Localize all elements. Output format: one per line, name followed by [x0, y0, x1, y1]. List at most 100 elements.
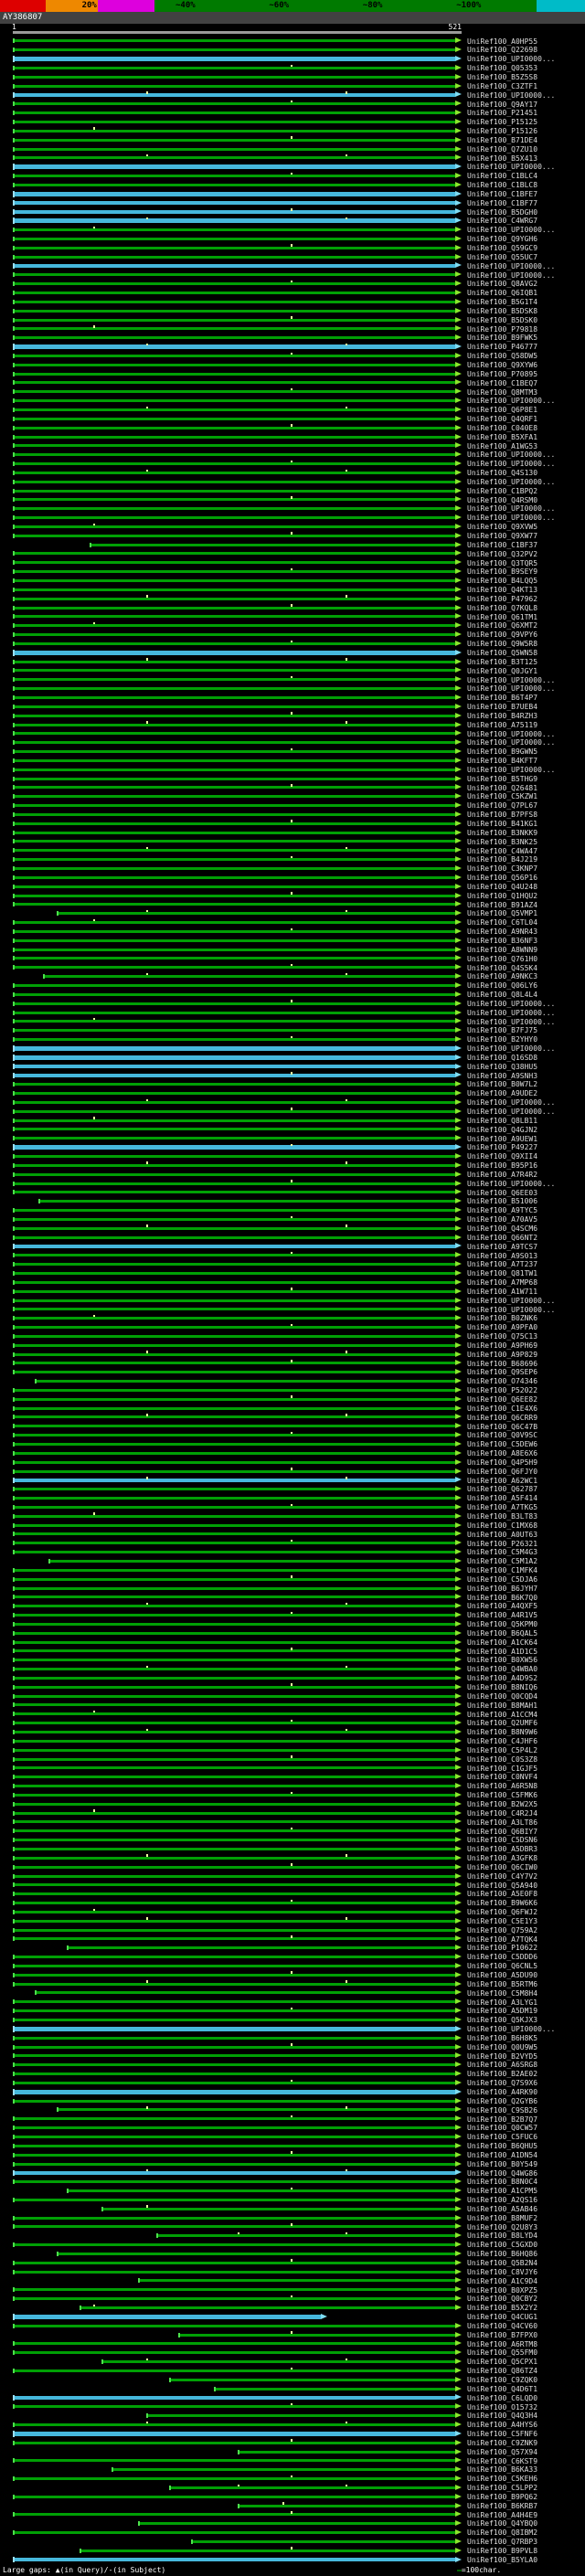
- hit-row[interactable]: UniRef100_UPI0000...: [0, 90, 585, 100]
- hit-row[interactable]: UniRef100_Q7ZU10: [0, 144, 585, 154]
- hit-row[interactable]: UniRef100_B5RTM6: [0, 1979, 585, 1988]
- hit-row[interactable]: UniRef100_A5DBR3: [0, 1845, 585, 1854]
- hit-row[interactable]: UniRef100_A5F414: [0, 1494, 585, 1503]
- hit-row[interactable]: UniRef100_B6K7Q0: [0, 1593, 585, 1602]
- hit-row[interactable]: UniRef100_B5XFA1: [0, 432, 585, 441]
- hit-row[interactable]: UniRef100_Q55UC7: [0, 252, 585, 261]
- hit-row[interactable]: UniRef100_B91AZ4: [0, 900, 585, 909]
- hit-row[interactable]: UniRef100_B8N9W6: [0, 1728, 585, 1737]
- hit-row[interactable]: UniRef100_B3T125: [0, 657, 585, 666]
- hit-row[interactable]: UniRef100_Q9YGH6: [0, 235, 585, 244]
- hit-row[interactable]: UniRef100_B7FPX0: [0, 2330, 585, 2339]
- hit-row[interactable]: UniRef100_Q9XVW5: [0, 523, 585, 532]
- hit-row[interactable]: UniRef100_Q9AY17: [0, 100, 585, 109]
- hit-row[interactable]: UniRef100_UPI0000...: [0, 1305, 585, 1314]
- hit-row[interactable]: UniRef100_B95P16: [0, 1161, 585, 1170]
- hit-row[interactable]: UniRef100_Q5KPM0: [0, 1620, 585, 1629]
- hit-row[interactable]: UniRef100_A3LT86: [0, 1818, 585, 1827]
- hit-row[interactable]: UniRef100_Q4P5H9: [0, 1458, 585, 1467]
- hit-row[interactable]: UniRef100_C9ZNK9: [0, 2438, 585, 2447]
- hit-row[interactable]: UniRef100_Q55FM0: [0, 2348, 585, 2358]
- hit-row[interactable]: UniRef100_A8WNN9: [0, 945, 585, 954]
- hit-row[interactable]: UniRef100_C5GXD0: [0, 2241, 585, 2250]
- hit-row[interactable]: UniRef100_Q4QRF1: [0, 414, 585, 423]
- hit-row[interactable]: UniRef100_Q38HU5: [0, 1062, 585, 1071]
- hit-row[interactable]: UniRef100_Q9VPY6: [0, 631, 585, 640]
- hit-row[interactable]: UniRef100_Q86TZ4: [0, 2367, 585, 2376]
- hit-row[interactable]: UniRef100_A70AV5: [0, 1215, 585, 1224]
- hit-row[interactable]: UniRef100_B2AE02: [0, 2070, 585, 2079]
- hit-row[interactable]: UniRef100_B5DSK0: [0, 315, 585, 324]
- hit-row[interactable]: UniRef100_B7UEB4: [0, 702, 585, 711]
- hit-row[interactable]: UniRef100_UPI0000...: [0, 729, 585, 738]
- hit-row[interactable]: UniRef100_A4RK90: [0, 2087, 585, 2096]
- hit-row[interactable]: UniRef100_Q59GC9: [0, 243, 585, 252]
- hit-row[interactable]: UniRef100_UPI0000...: [0, 504, 585, 514]
- hit-row[interactable]: UniRef100_Q26481: [0, 783, 585, 792]
- hit-row[interactable]: UniRef100_B5Z5S8: [0, 72, 585, 81]
- hit-row[interactable]: UniRef100_Q4KT13: [0, 585, 585, 594]
- hit-row[interactable]: UniRef100_UPI0000...: [0, 226, 585, 235]
- hit-row[interactable]: UniRef100_B5YLA0: [0, 2555, 585, 2564]
- hit-row[interactable]: UniRef100_A4R1V5: [0, 1611, 585, 1620]
- hit-row[interactable]: UniRef100_Q8L4L4: [0, 990, 585, 999]
- hit-row[interactable]: UniRef100_Q5KJX3: [0, 2016, 585, 2025]
- hit-row[interactable]: UniRef100_Q75C13: [0, 1332, 585, 1341]
- hit-row[interactable]: UniRef100_Q3TQR5: [0, 558, 585, 567]
- hit-row[interactable]: UniRef100_B68696: [0, 1359, 585, 1368]
- hit-row[interactable]: UniRef100_Q8IBM2: [0, 2528, 585, 2538]
- hit-row[interactable]: UniRef100_B8NIQ6: [0, 1682, 585, 1691]
- hit-row[interactable]: UniRef100_B6KA33: [0, 2465, 585, 2475]
- hit-row[interactable]: UniRef100_C1BPQ2: [0, 486, 585, 495]
- hit-row[interactable]: UniRef100_P52022: [0, 1386, 585, 1395]
- hit-row[interactable]: UniRef100_Q5A940: [0, 1881, 585, 1890]
- hit-row[interactable]: UniRef100_C5KZW1: [0, 792, 585, 801]
- hit-row[interactable]: UniRef100_C5DEW6: [0, 1440, 585, 1449]
- hit-row[interactable]: UniRef100_C1MX68: [0, 1521, 585, 1530]
- hit-row[interactable]: UniRef100_B5G1T4: [0, 297, 585, 306]
- hit-row[interactable]: UniRef100_UPI0000...: [0, 738, 585, 747]
- hit-row[interactable]: UniRef100_Q61TM1: [0, 612, 585, 621]
- hit-row[interactable]: UniRef100_UPI0000...: [0, 270, 585, 280]
- hit-row[interactable]: UniRef100_C9SB26: [0, 2105, 585, 2115]
- hit-row[interactable]: UniRef100_C1GJF5: [0, 1764, 585, 1773]
- hit-row[interactable]: UniRef100_A9TYC5: [0, 1206, 585, 1215]
- hit-row[interactable]: UniRef100_B9PVL8: [0, 2546, 585, 2555]
- hit-row[interactable]: UniRef100_UPI0000...: [0, 999, 585, 1008]
- hit-row[interactable]: UniRef100_Q4CUG1: [0, 2312, 585, 2321]
- hit-row[interactable]: UniRef100_Q4CV60: [0, 2321, 585, 2330]
- hit-row[interactable]: UniRef100_Q5WN58: [0, 648, 585, 657]
- hit-row[interactable]: UniRef100_Q58DW5: [0, 352, 585, 361]
- hit-row[interactable]: UniRef100_Q0JGY1: [0, 666, 585, 675]
- hit-row[interactable]: UniRef100_C3ZTF1: [0, 81, 585, 90]
- hit-row[interactable]: UniRef100_B71DE4: [0, 135, 585, 144]
- hit-row[interactable]: UniRef100_B4J219: [0, 855, 585, 864]
- hit-row[interactable]: UniRef100_Q761H0: [0, 954, 585, 963]
- hit-row[interactable]: UniRef100_Q9XYW6: [0, 360, 585, 369]
- hit-row[interactable]: UniRef100_UPI0000...: [0, 514, 585, 523]
- hit-row[interactable]: UniRef100_C5P4L2: [0, 1745, 585, 1754]
- hit-row[interactable]: UniRef100_A6R5N8: [0, 1782, 585, 1791]
- hit-row[interactable]: UniRef100_B5THG9: [0, 774, 585, 783]
- hit-row[interactable]: UniRef100_Q81TW1: [0, 1269, 585, 1278]
- hit-row[interactable]: UniRef100_B6JYH7: [0, 1584, 585, 1593]
- hit-row[interactable]: UniRef100_UPI0000...: [0, 1296, 585, 1305]
- hit-row[interactable]: UniRef100_Q2U8Y3: [0, 2222, 585, 2231]
- hit-row[interactable]: UniRef100_A1W711: [0, 1287, 585, 1296]
- hit-row[interactable]: UniRef100_A9P829: [0, 1350, 585, 1359]
- hit-row[interactable]: UniRef100_B51006: [0, 1197, 585, 1206]
- hit-row[interactable]: UniRef100_A0UT63: [0, 1530, 585, 1539]
- hit-row[interactable]: UniRef100_Q7S9X6: [0, 2079, 585, 2088]
- hit-row[interactable]: UniRef100_C1BFE7: [0, 189, 585, 198]
- hit-row[interactable]: UniRef100_Q4YBQ0: [0, 2519, 585, 2528]
- hit-row[interactable]: UniRef100_A9PH69: [0, 1341, 585, 1350]
- hit-row[interactable]: UniRef100_A3GFK8: [0, 1853, 585, 1862]
- hit-row[interactable]: UniRef100_B7PFS8: [0, 811, 585, 820]
- hit-row[interactable]: UniRef100_Q4WG86: [0, 2168, 585, 2178]
- hit-row[interactable]: UniRef100_B2W2X5: [0, 1799, 585, 1808]
- hit-row[interactable]: UniRef100_Q0U9W5: [0, 2042, 585, 2051]
- hit-row[interactable]: UniRef100_B5DSK8: [0, 306, 585, 315]
- hit-row[interactable]: UniRef100_B4LQQ5: [0, 577, 585, 586]
- hit-row[interactable]: UniRef100_O74346: [0, 1377, 585, 1386]
- hit-row[interactable]: UniRef100_Q9XII4: [0, 1152, 585, 1161]
